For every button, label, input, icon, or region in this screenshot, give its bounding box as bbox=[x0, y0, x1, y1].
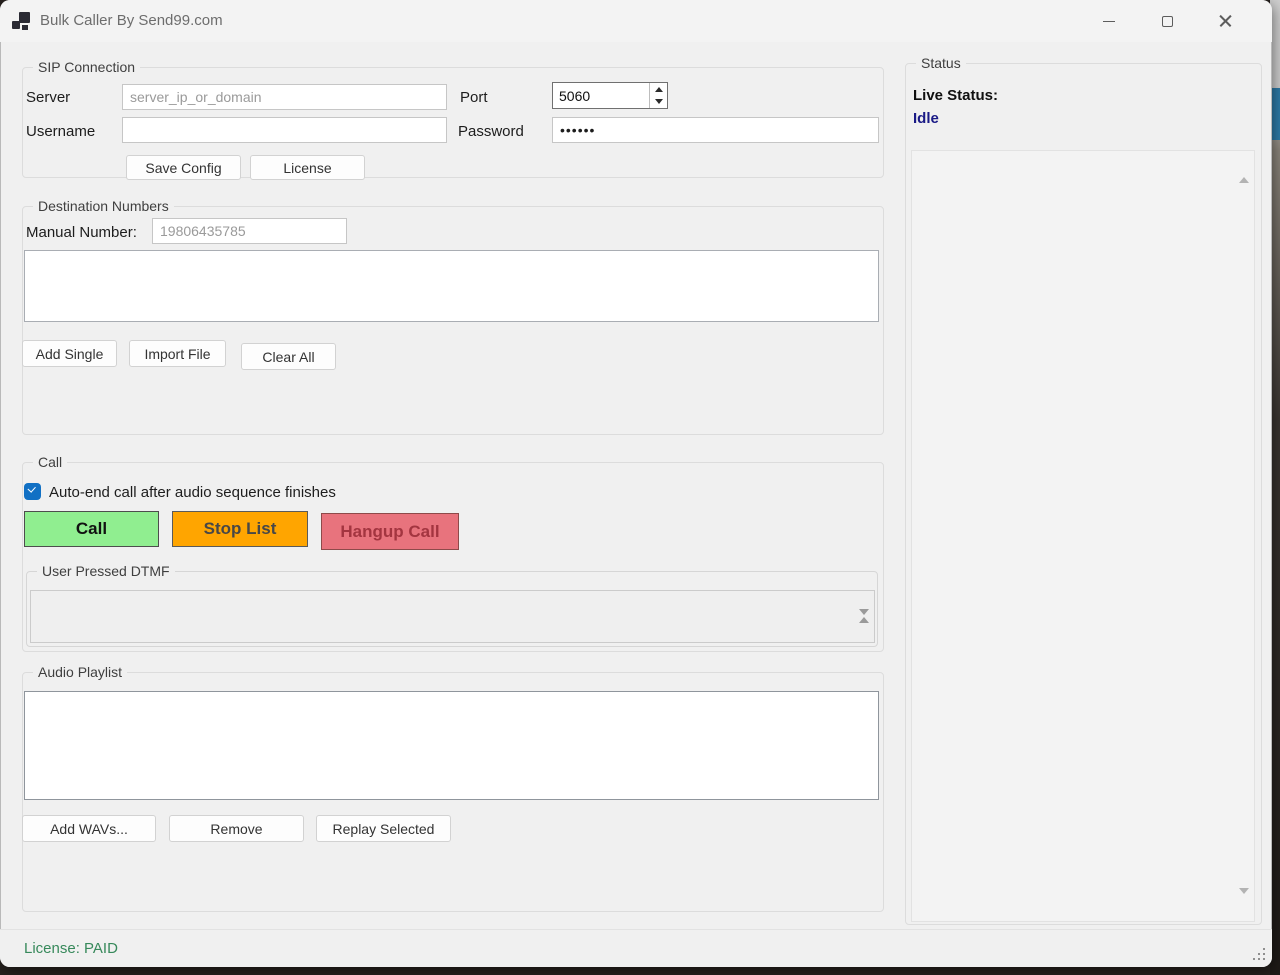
minimize-button[interactable] bbox=[1080, 0, 1138, 42]
status-strip: License: PAID bbox=[0, 929, 1272, 967]
minimize-icon bbox=[1103, 20, 1115, 22]
license-button[interactable]: License bbox=[250, 155, 365, 180]
destination-numbers-list[interactable] bbox=[24, 250, 879, 322]
dtmf-textbox[interactable] bbox=[30, 590, 875, 643]
port-decrement-button[interactable] bbox=[650, 96, 667, 109]
save-config-button[interactable]: Save Config bbox=[126, 155, 241, 180]
maximize-icon bbox=[1161, 15, 1173, 27]
status-scroll-up-icon[interactable] bbox=[1239, 160, 1249, 183]
auto-end-checkbox[interactable] bbox=[24, 483, 41, 500]
live-status-label: Live Status: bbox=[913, 87, 999, 104]
dtmf-scroll-down-icon[interactable] bbox=[859, 609, 869, 633]
resize-grip-icon[interactable] bbox=[1251, 946, 1265, 960]
titlebar[interactable]: Bulk Caller By Send99.com bbox=[0, 0, 1272, 42]
replay-selected-button[interactable]: Replay Selected bbox=[316, 815, 451, 842]
import-file-button[interactable]: Import File bbox=[129, 340, 226, 367]
port-input[interactable] bbox=[553, 83, 649, 108]
add-wavs-button[interactable]: Add WAVs... bbox=[22, 815, 156, 842]
stop-list-button[interactable]: Stop List bbox=[172, 511, 308, 547]
live-status-value: Idle bbox=[913, 110, 939, 127]
close-button[interactable] bbox=[1196, 0, 1254, 42]
sip-connection-group-label: SIP Connection bbox=[33, 59, 141, 75]
auto-end-label: Auto-end call after audio sequence finis… bbox=[49, 484, 336, 501]
status-log-list[interactable] bbox=[911, 150, 1255, 922]
manual-number-input[interactable] bbox=[152, 218, 347, 244]
audio-playlist-list[interactable] bbox=[24, 691, 879, 800]
hangup-call-button[interactable]: Hangup Call bbox=[321, 513, 459, 550]
status-scroll-down-icon[interactable] bbox=[1239, 888, 1249, 912]
add-single-button[interactable]: Add Single bbox=[22, 340, 117, 367]
username-label: Username bbox=[26, 123, 96, 140]
port-increment-button[interactable] bbox=[650, 83, 667, 96]
spin-up-icon bbox=[654, 86, 663, 92]
server-input[interactable] bbox=[122, 84, 447, 110]
manual-number-label: Manual Number: bbox=[26, 224, 137, 241]
port-label: Port bbox=[460, 89, 488, 106]
password-label: Password bbox=[458, 123, 524, 140]
call-group-label: Call bbox=[33, 454, 68, 470]
license-status-text: License: PAID bbox=[24, 940, 118, 957]
server-label: Server bbox=[26, 89, 71, 106]
call-button[interactable]: Call bbox=[24, 511, 159, 547]
username-input[interactable] bbox=[122, 117, 447, 143]
status-group-label: Status bbox=[916, 55, 966, 71]
dtmf-group-label: User Pressed DTMF bbox=[37, 563, 175, 579]
port-stepper[interactable] bbox=[552, 82, 668, 109]
app-icon bbox=[12, 12, 32, 30]
password-input[interactable] bbox=[552, 117, 879, 143]
remove-button[interactable]: Remove bbox=[169, 815, 304, 842]
close-icon bbox=[1219, 15, 1232, 28]
destination-numbers-group-label: Destination Numbers bbox=[33, 198, 174, 214]
audio-playlist-group-label: Audio Playlist bbox=[33, 664, 128, 680]
spin-down-icon bbox=[654, 99, 663, 105]
window-title: Bulk Caller By Send99.com bbox=[40, 12, 223, 29]
app-window: Bulk Caller By Send99.com SIP Connection… bbox=[0, 0, 1272, 967]
maximize-button[interactable] bbox=[1138, 0, 1196, 42]
clear-all-button[interactable]: Clear All bbox=[241, 343, 336, 370]
checkmark-icon bbox=[27, 484, 36, 493]
